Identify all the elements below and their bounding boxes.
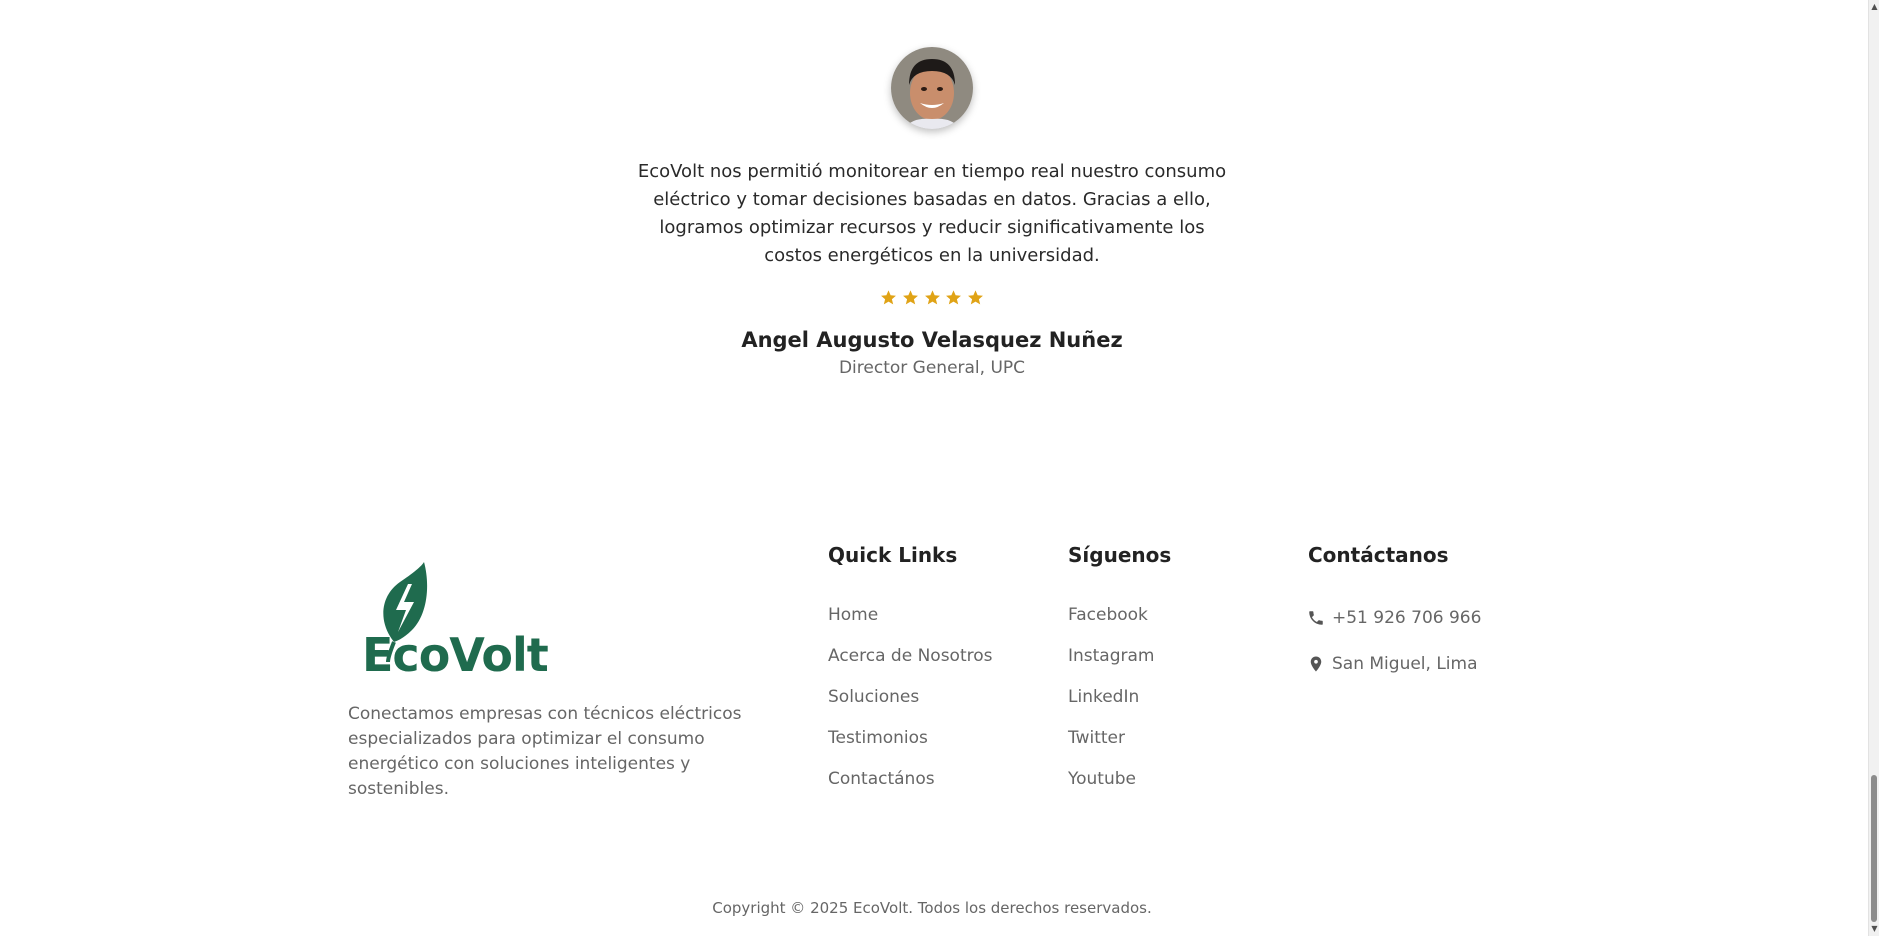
social-link-facebook[interactable]: Facebook: [1068, 604, 1155, 645]
copyright-text: Copyright © 2025 EcoVolt. Todos los dere…: [712, 899, 1152, 917]
quick-link-solutions[interactable]: Soluciones: [828, 686, 993, 727]
contact-phone-text: +51 926 706 966: [1332, 608, 1482, 628]
social-link-linkedin[interactable]: LinkedIn: [1068, 686, 1155, 727]
contact-title: Contáctanos: [1308, 543, 1449, 567]
quick-links-title: Quick Links: [828, 543, 958, 567]
quick-links-list: Home Acerca de Nosotros Soluciones Testi…: [828, 604, 993, 809]
star-icon: [902, 290, 918, 305]
quick-link-contact[interactable]: Contactános: [828, 768, 993, 809]
page-scrollbar[interactable]: ▲ ▼: [1868, 0, 1879, 936]
star-icon: [946, 290, 962, 305]
contact-location[interactable]: San Miguel, Lima: [1307, 654, 1478, 674]
star-icon: [924, 290, 940, 305]
social-links-list: Facebook Instagram LinkedIn Twitter Yout…: [1068, 604, 1155, 809]
social-title: Síguenos: [1068, 543, 1172, 567]
page: EcoVolt nos permitió monitorear en tiemp…: [0, 0, 1879, 936]
star-icon: [968, 290, 983, 305]
rating-stars: [880, 289, 984, 309]
contact-phone[interactable]: +51 926 706 966: [1307, 608, 1481, 628]
author-name: Angel Augusto Velasquez Nuñez: [741, 328, 1123, 352]
quick-link-home[interactable]: Home: [828, 604, 993, 645]
social-link-instagram[interactable]: Instagram: [1068, 645, 1155, 686]
location-pin-icon: [1310, 656, 1322, 672]
testimonial-quote: EcoVolt nos permitió monitorear en tiemp…: [637, 161, 1227, 266]
scroll-up-arrow-icon[interactable]: ▲: [1869, 0, 1879, 14]
contact-location-text: San Miguel, Lima: [1332, 654, 1478, 674]
logo-wordmark[interactable]: EcoVolt: [362, 628, 549, 682]
quick-link-testimonials[interactable]: Testimonios: [828, 727, 993, 768]
author-avatar: [891, 47, 973, 129]
footer-description: Conectamos empresas con técnicos eléctri…: [348, 704, 742, 799]
scroll-thumb[interactable]: [1871, 775, 1877, 922]
scroll-down-arrow-icon[interactable]: ▼: [1869, 922, 1879, 936]
phone-icon: [1309, 611, 1323, 625]
social-link-twitter[interactable]: Twitter: [1068, 727, 1155, 768]
social-link-youtube[interactable]: Youtube: [1068, 768, 1155, 809]
quick-link-about[interactable]: Acerca de Nosotros: [828, 645, 993, 686]
author-role: Director General, UPC: [838, 358, 1026, 378]
star-icon: [881, 290, 896, 305]
